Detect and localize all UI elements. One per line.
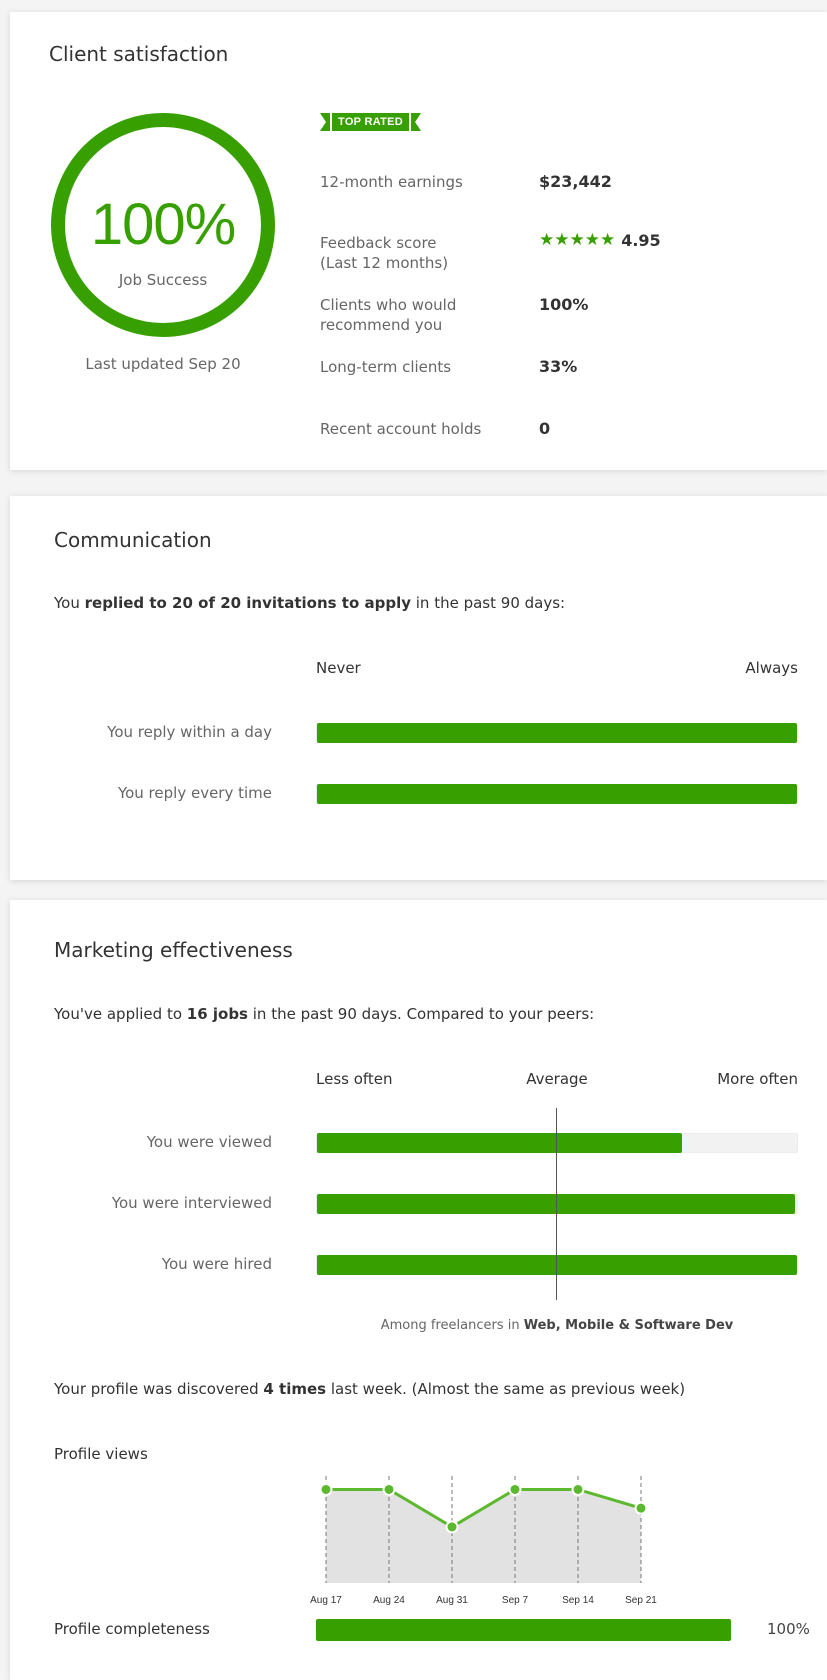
x-tick-label: Sep 14 [562, 1595, 594, 1606]
communication-card: Communication You replied to 20 of 20 in… [10, 496, 827, 880]
data-point[interactable] [382, 1482, 396, 1496]
x-tick-label: Aug 24 [373, 1595, 405, 1606]
stat-feedback-value-group: ★★★★★ 4.95 [539, 230, 661, 250]
summary-post: in the past 90 days: [411, 594, 566, 612]
last-updated-text: Last updated Sep 20 [85, 355, 241, 373]
marketing-summary-pre: You've applied to [54, 1005, 187, 1023]
profile-views-label: Profile views [54, 1445, 148, 1463]
x-tick-label: Sep 21 [625, 1595, 657, 1606]
top-rated-badge-label: TOP RATED [330, 113, 412, 131]
reply-within-day-bar [316, 723, 798, 743]
scale-never-label: Never [316, 659, 361, 677]
stat-earnings-value: $23,442 [539, 172, 612, 191]
top-rated-badge: TOP RATED [320, 113, 422, 131]
viewed-bar [316, 1133, 798, 1153]
communication-summary: You replied to 20 of 20 invitations to a… [54, 594, 565, 612]
discovered-post: last week. (Almost the same as previous … [326, 1380, 686, 1398]
reply-within-day-bar-fill [317, 723, 797, 743]
marketing-summary-post: in the past 90 days. Compared to your pe… [248, 1005, 595, 1023]
job-success-ring: 100% Job Success [51, 113, 275, 337]
footnote-pre: Among freelancers in [380, 1318, 524, 1333]
stat-recommend-sublabel: recommend you [320, 316, 443, 334]
summary-bold: replied to 20 of 20 invitations to apply [84, 594, 411, 612]
stat-longterm-label: Long-term clients [320, 358, 452, 376]
profile-completeness-bar-fill [316, 1619, 731, 1641]
client-satisfaction-title: Client satisfaction [49, 42, 229, 66]
data-point[interactable] [634, 1501, 648, 1515]
x-tick-label: Sep 7 [502, 1595, 529, 1606]
profile-completeness-label: Profile completeness [54, 1620, 210, 1638]
client-satisfaction-card: Client satisfaction 100% Job Success Las… [10, 12, 827, 470]
interviewed-label: You were interviewed [111, 1194, 272, 1212]
stat-recommend-label: Clients who would [320, 296, 457, 314]
x-tick-label: Aug 17 [310, 1595, 342, 1606]
job-success-percent: 100% [90, 192, 236, 257]
profile-completeness-value: 100% [767, 1620, 810, 1638]
stat-feedback-value: 4.95 [621, 230, 661, 250]
x-tick-label: Aug 31 [436, 1595, 468, 1606]
badge-left-notch-icon [320, 113, 330, 131]
reply-every-time-bar-fill [317, 784, 797, 804]
data-point[interactable] [319, 1482, 333, 1496]
profile-completeness-bar [316, 1619, 731, 1641]
scale-average-label: Average [526, 1070, 588, 1088]
stat-feedback-sublabel: (Last 12 months) [320, 254, 449, 272]
reply-every-time-label: You reply every time [117, 784, 272, 802]
stat-recommend-value: 100% [539, 295, 589, 314]
interviewed-bar [316, 1194, 798, 1214]
hired-bar-fill [317, 1255, 797, 1275]
scale-more-often-label: More often [717, 1070, 798, 1088]
badge-right-notch-icon [411, 113, 422, 131]
profile-views-chart-svg: Aug 17 Aug 24 Aug 31 Sep 7 Sep 14 Sep 21 [310, 1476, 657, 1606]
reply-every-time-bar [316, 784, 798, 804]
scale-less-often-label: Less often [316, 1070, 393, 1088]
stat-earnings-label: 12-month earnings [320, 173, 463, 191]
scale-always-label: Always [745, 659, 798, 677]
discovered-pre: Your profile was discovered [54, 1380, 264, 1398]
data-point[interactable] [571, 1482, 585, 1496]
average-marker-line [556, 1108, 557, 1300]
viewed-bar-fill [317, 1133, 682, 1153]
hired-label: You were hired [161, 1255, 272, 1273]
marketing-title: Marketing effectiveness [54, 938, 293, 962]
stat-holds-value: 0 [539, 419, 551, 438]
marketing-summary: You've applied to 16 jobs in the past 90… [54, 1005, 594, 1023]
profile-views-area [326, 1489, 641, 1583]
summary-pre: You [54, 594, 85, 612]
data-point[interactable] [508, 1482, 522, 1496]
footnote-bold: Web, Mobile & Software Dev [523, 1318, 734, 1333]
reply-within-day-label: You reply within a day [107, 723, 272, 741]
data-point[interactable] [445, 1520, 459, 1534]
stat-feedback-label: Feedback score [320, 234, 437, 252]
peer-group-footnote: Among freelancers in Web, Mobile & Softw… [316, 1318, 798, 1333]
stat-holds-label: Recent account holds [320, 420, 482, 438]
feedback-stars-icon: ★★★★★ [539, 230, 616, 250]
marketing-summary-bold: 16 jobs [186, 1005, 248, 1023]
stat-longterm-value: 33% [539, 357, 578, 376]
viewed-label: You were viewed [146, 1133, 272, 1151]
profile-discovered-text: Your profile was discovered 4 times last… [54, 1380, 685, 1398]
job-success-label: Job Success [118, 271, 208, 289]
discovered-bold: 4 times [263, 1380, 327, 1398]
marketing-effectiveness-card: Marketing effectiveness You've applied t… [10, 900, 827, 1680]
profile-views-chart: Aug 17 Aug 24 Aug 31 Sep 7 Sep 14 Sep 21 [310, 1460, 710, 1614]
communication-title: Communication [54, 528, 212, 552]
hired-bar [316, 1255, 798, 1275]
